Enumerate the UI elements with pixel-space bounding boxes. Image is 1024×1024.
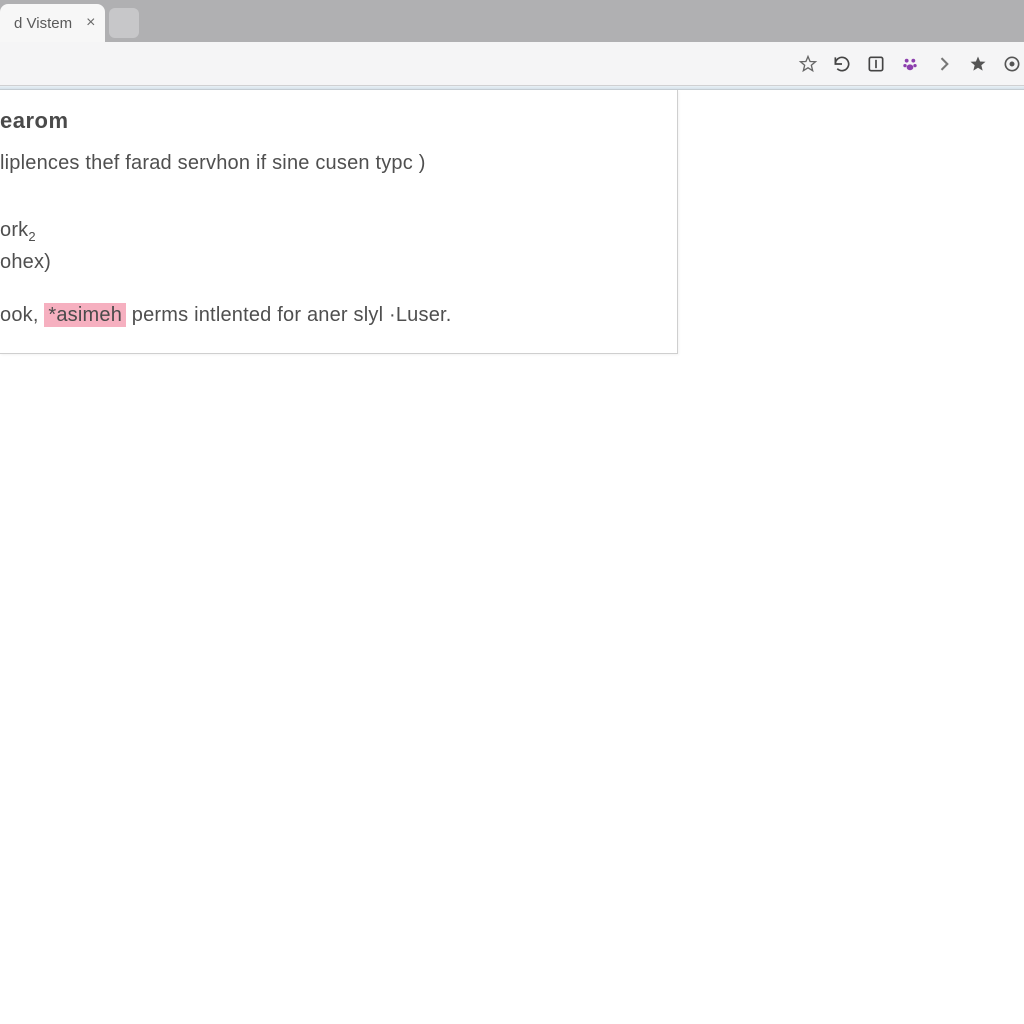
highlighted-term: *asimeh	[44, 303, 126, 327]
content-line-1: liplences thef farad servhon if sine cus…	[0, 148, 663, 179]
extension-boxed-icon[interactable]	[864, 52, 888, 76]
tab-title: d Vistem	[14, 15, 72, 32]
content-line-2: ork2	[0, 215, 663, 247]
content-heading: earom	[0, 108, 663, 134]
favorites-star-icon[interactable]	[966, 52, 990, 76]
content-line-2-text: ork	[0, 219, 28, 241]
reload-icon[interactable]	[830, 52, 854, 76]
last-line-pre: ook,	[0, 304, 44, 326]
bookmark-star-icon[interactable]	[796, 52, 820, 76]
chevron-right-icon[interactable]	[932, 52, 956, 76]
extension-paw-icon[interactable]	[898, 52, 922, 76]
content-line-3: ohex)	[0, 247, 663, 278]
content-last-line: ook, *asimeh perms intlented for aner sl…	[0, 300, 663, 331]
browser-tab-active[interactable]: d Vistem ×	[0, 4, 105, 42]
content-card: earom liplences thef farad servhon if si…	[0, 90, 678, 354]
close-icon[interactable]: ×	[86, 14, 95, 32]
tabstrip: d Vistem ×	[0, 0, 1024, 42]
content-line-2-sub: 2	[28, 229, 35, 244]
browser-toolbar	[0, 42, 1024, 86]
new-tab-button[interactable]	[109, 8, 139, 38]
last-line-post: perms intlented for aner slyl ·Luser.	[126, 304, 452, 326]
target-icon[interactable]	[1000, 52, 1024, 76]
